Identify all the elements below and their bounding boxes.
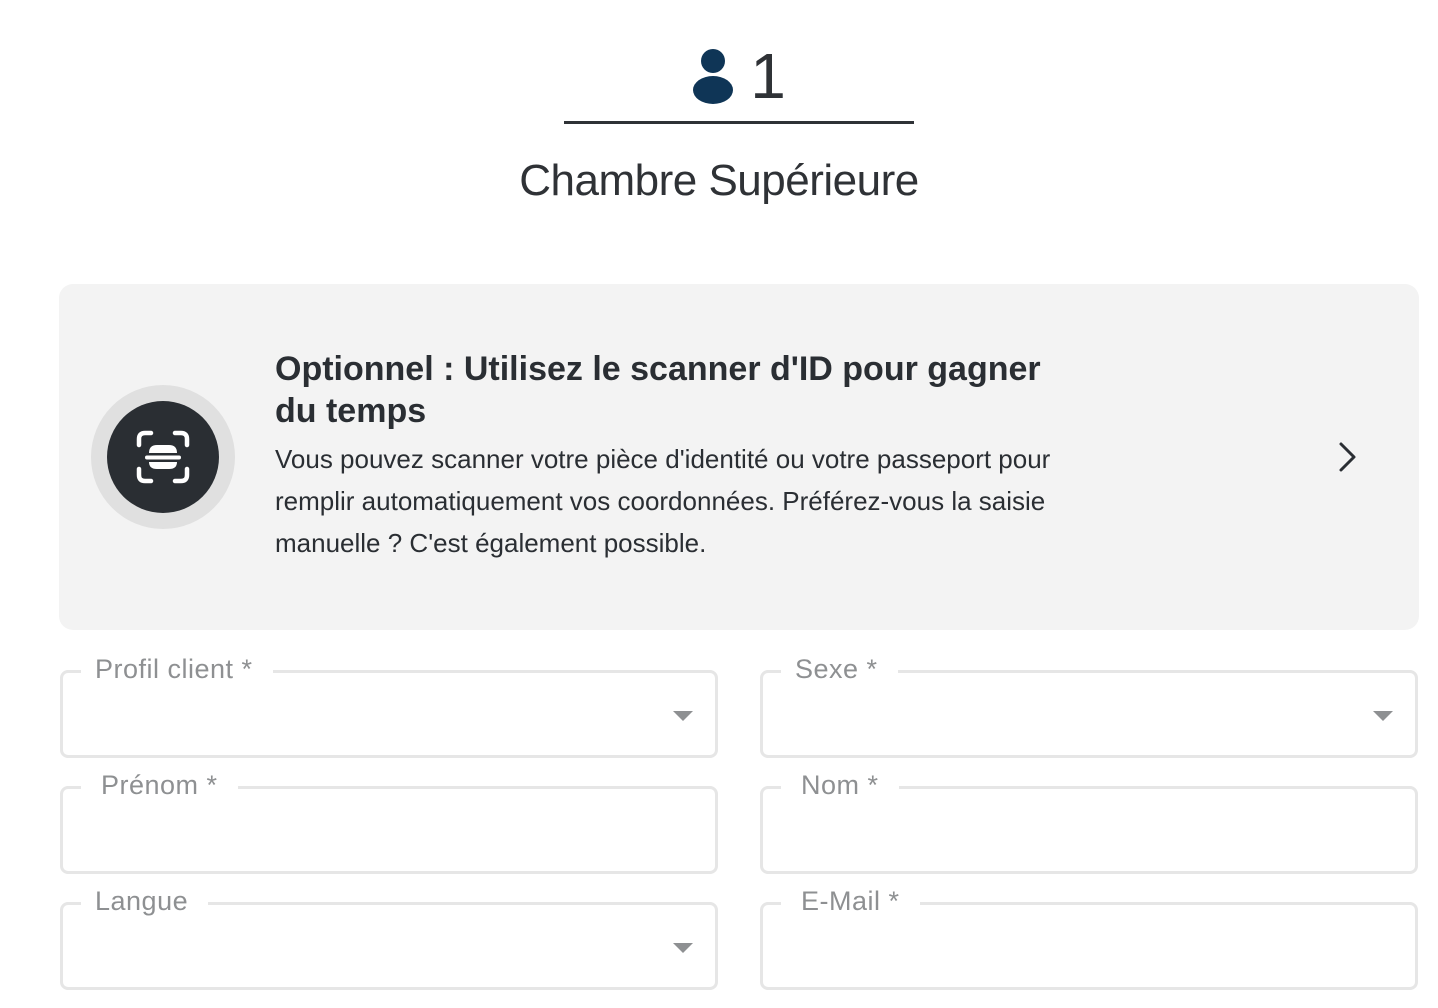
profile-select[interactable]: Profil client *	[60, 651, 718, 758]
last-name-input[interactable]	[763, 789, 1415, 871]
caret-down-icon	[673, 711, 693, 721]
first-name-input[interactable]	[63, 789, 715, 871]
email-field[interactable]: E-Mail *	[760, 883, 1418, 990]
sex-label: Sexe *	[781, 651, 898, 687]
room-name: Chambre Supérieure	[519, 156, 919, 205]
language-select[interactable]: Langue	[60, 883, 718, 990]
language-label: Langue	[81, 883, 209, 919]
caret-down-icon	[1373, 711, 1393, 721]
guest-count: 1	[750, 40, 786, 112]
scanner-card-text: Optionnel : Utilisez le scanner d'ID pou…	[275, 348, 1075, 564]
scan-icon-disc	[107, 401, 219, 513]
scanner-card-description: Vous pouvez scanner votre pièce d'identi…	[275, 444, 1051, 558]
guest-header: 1	[564, 40, 914, 124]
first-name-field[interactable]: Prénom *	[60, 767, 718, 874]
scanner-card-title: Optionnel : Utilisez le scanner d'ID pou…	[275, 350, 1041, 430]
profile-label: Profil client *	[81, 651, 273, 687]
scan-icon-ring	[91, 385, 235, 529]
sex-select[interactable]: Sexe *	[760, 651, 1418, 758]
id-scan-icon	[136, 430, 190, 484]
chevron-right-icon[interactable]	[1337, 440, 1359, 474]
person-icon	[693, 49, 734, 104]
email-input[interactable]	[763, 905, 1415, 987]
check-in-page: 1 Chambre Supérieure Optionnel: Utilise…	[0, 0, 1438, 1008]
id-scanner-card[interactable]: Optionnel : Utilisez le scanner d'ID pou…	[59, 284, 1419, 630]
caret-down-icon	[673, 943, 693, 953]
last-name-field[interactable]: Nom *	[760, 767, 1418, 874]
